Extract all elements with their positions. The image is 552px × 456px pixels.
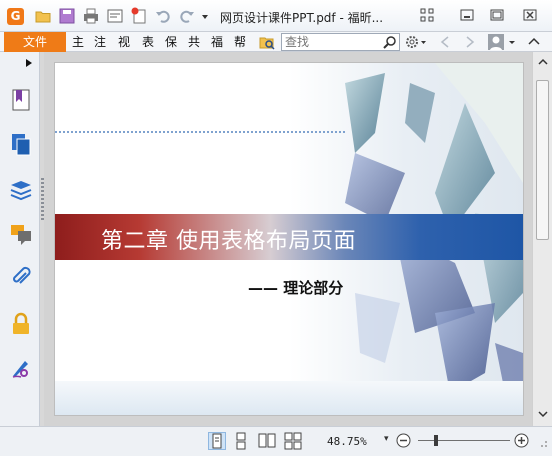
user-avatar-icon[interactable] bbox=[488, 34, 504, 50]
signature-icon[interactable] bbox=[9, 356, 33, 380]
tab-form[interactable]: 表 bbox=[142, 34, 154, 50]
facing-icon[interactable] bbox=[258, 432, 276, 450]
open-folder-icon[interactable] bbox=[34, 7, 52, 25]
restore-icon[interactable] bbox=[419, 7, 435, 23]
file-menu-button[interactable]: 文件 bbox=[4, 32, 66, 52]
ribbon-menu: 文件 主 注 视 表 保 共 福 帮 bbox=[0, 32, 552, 52]
navigation-panel bbox=[0, 52, 40, 426]
tab-help[interactable]: 帮 bbox=[234, 34, 246, 50]
tab-view[interactable]: 视 bbox=[118, 34, 130, 50]
continuous-icon[interactable] bbox=[232, 432, 250, 450]
zoom-out-icon[interactable] bbox=[396, 433, 411, 448]
document-view[interactable]: 第二章 使用表格布局页面 —— 理论部分 bbox=[44, 52, 532, 426]
app-logo[interactable]: G bbox=[7, 8, 24, 25]
slide-page: 第二章 使用表格布局页面 —— 理论部分 bbox=[55, 63, 523, 415]
layers-icon[interactable] bbox=[9, 178, 33, 202]
status-bar: 48.75% ▾ bbox=[0, 426, 552, 456]
slide-subtitle: —— 理论部分 bbox=[248, 279, 344, 297]
close-icon[interactable] bbox=[522, 7, 538, 23]
print-icon[interactable] bbox=[82, 7, 100, 25]
vertical-scrollbar[interactable] bbox=[532, 52, 552, 426]
save-icon[interactable] bbox=[58, 7, 76, 25]
search-icon[interactable] bbox=[383, 35, 397, 49]
next-result-icon[interactable] bbox=[462, 34, 478, 50]
settings-gear-icon[interactable] bbox=[405, 34, 427, 50]
scroll-thumb[interactable] bbox=[536, 80, 549, 240]
customize-dropdown-icon[interactable] bbox=[200, 7, 210, 25]
redo-icon[interactable] bbox=[178, 7, 196, 25]
search-input[interactable] bbox=[282, 34, 378, 50]
scroll-down-icon[interactable] bbox=[537, 408, 549, 420]
zoom-in-icon[interactable] bbox=[514, 433, 529, 448]
single-page-icon[interactable] bbox=[208, 432, 226, 450]
previous-result-icon[interactable] bbox=[437, 34, 453, 50]
window-title: 网页设计课件PPT.pdf - 福昕... bbox=[220, 11, 384, 25]
find-folder-icon[interactable] bbox=[259, 34, 275, 50]
bookmark-icon[interactable] bbox=[9, 88, 33, 112]
slide-title: 第二章 使用表格布局页面 bbox=[101, 229, 356, 254]
search-box bbox=[281, 33, 400, 51]
maximize-icon[interactable] bbox=[489, 7, 505, 23]
undo-icon[interactable] bbox=[154, 7, 172, 25]
collapse-ribbon-icon[interactable] bbox=[526, 34, 542, 50]
comments-icon[interactable] bbox=[9, 222, 33, 246]
dotted-divider bbox=[55, 131, 345, 133]
zoom-level[interactable]: 48.75% bbox=[327, 435, 367, 448]
minimize-icon[interactable] bbox=[459, 7, 475, 23]
attachments-icon[interactable] bbox=[9, 266, 33, 290]
tab-foxit[interactable]: 福 bbox=[211, 34, 223, 50]
security-icon[interactable] bbox=[9, 312, 33, 336]
scroll-up-icon[interactable] bbox=[537, 56, 549, 68]
pages-icon[interactable] bbox=[9, 132, 33, 156]
slide-bottom-band bbox=[55, 381, 523, 415]
expand-panel-icon[interactable] bbox=[24, 58, 34, 68]
properties-icon[interactable] bbox=[106, 7, 124, 25]
account-dropdown-icon[interactable] bbox=[507, 34, 517, 50]
tab-protect[interactable]: 保 bbox=[165, 34, 177, 50]
continuous-facing-icon[interactable] bbox=[284, 432, 302, 450]
new-icon[interactable] bbox=[130, 7, 148, 25]
zoom-slider-thumb[interactable] bbox=[434, 435, 438, 446]
tab-home[interactable]: 主 bbox=[72, 34, 84, 50]
resize-grip-icon[interactable] bbox=[536, 433, 548, 448]
zoom-slider-track[interactable] bbox=[418, 440, 510, 441]
title-bar: G 网页设计课件PPT.pdf - 福昕... bbox=[0, 0, 552, 32]
zoom-dropdown-icon[interactable]: ▾ bbox=[384, 434, 389, 444]
tab-share[interactable]: 共 bbox=[188, 34, 200, 50]
tab-comment[interactable]: 注 bbox=[94, 34, 106, 50]
